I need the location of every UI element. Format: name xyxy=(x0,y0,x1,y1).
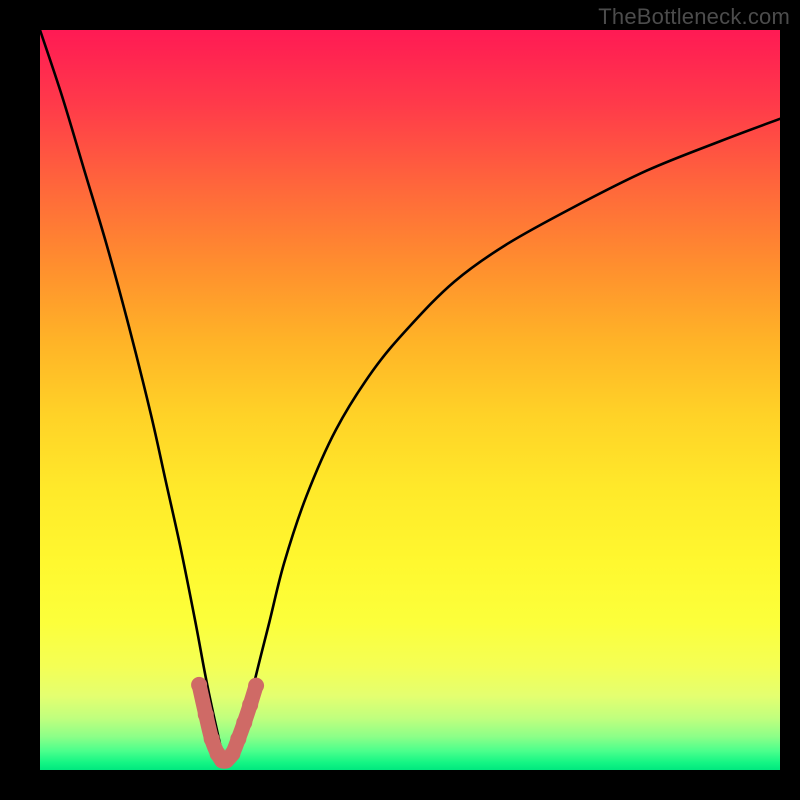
optimum-marker-dot xyxy=(204,731,220,747)
optimum-marker-dot xyxy=(224,746,240,762)
optimum-marker-dot xyxy=(248,678,264,694)
outer-frame: TheBottleneck.com xyxy=(0,0,800,800)
optimum-marker-dot xyxy=(236,715,252,731)
optimum-marker-dot xyxy=(242,697,258,713)
bottleneck-curve xyxy=(40,30,780,766)
chart-svg xyxy=(40,30,780,770)
plot-area xyxy=(40,30,780,770)
optimum-marker-dot xyxy=(230,731,246,747)
optimum-marker-dot xyxy=(198,707,214,723)
watermark-text: TheBottleneck.com xyxy=(598,4,790,30)
optimum-marker-dot xyxy=(191,677,207,693)
